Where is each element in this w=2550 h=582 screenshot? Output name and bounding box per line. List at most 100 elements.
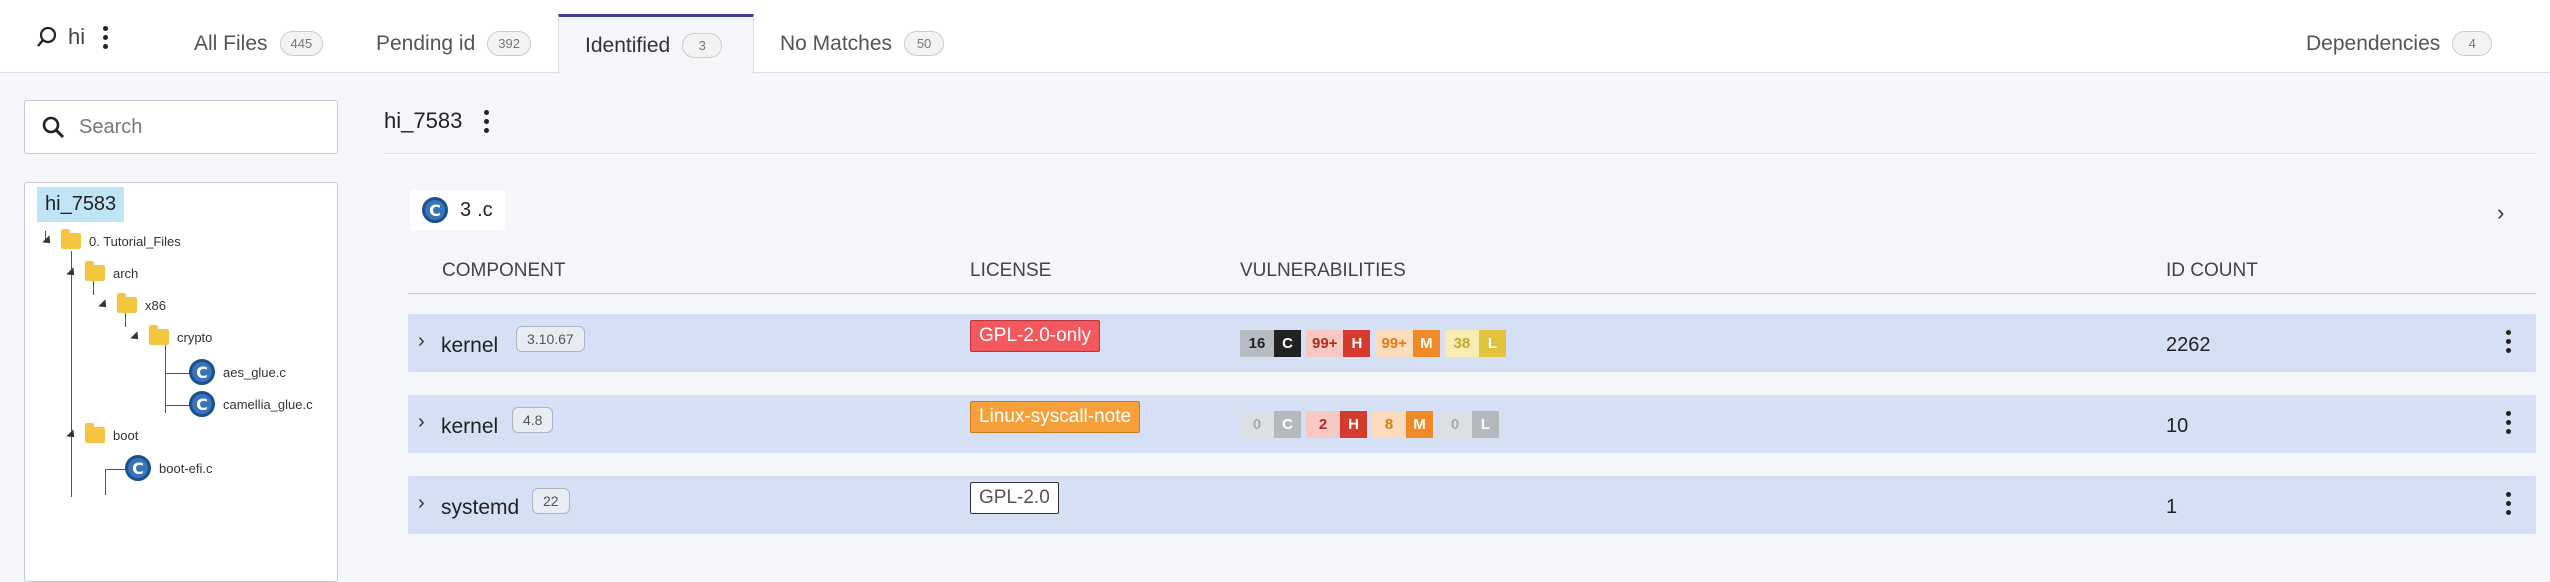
component-name: kernel — [441, 415, 499, 438]
tab-no-matches[interactable]: No Matches 50 — [754, 14, 970, 73]
row-menu-icon[interactable] — [2498, 330, 2518, 353]
search-input[interactable] — [79, 115, 319, 139]
component-name: kernel — [441, 334, 499, 357]
page-title-text: hi_7583 — [384, 108, 463, 133]
project-name: hi — [68, 24, 86, 49]
folder-icon — [61, 229, 81, 249]
tree-folder-crypto[interactable]: crypto — [130, 325, 212, 345]
high-letter: H — [1340, 411, 1367, 438]
tab-count: 3 — [682, 33, 723, 58]
tree-file-bootefi[interactable]: C boot-efi.c — [125, 455, 212, 481]
top-bar: hi All Files 445 Pending id 392 Identifi… — [0, 0, 2550, 74]
c-file-icon: C — [125, 455, 151, 481]
license-badge[interactable]: Linux-syscall-note — [970, 401, 1141, 433]
row-menu-icon[interactable] — [2498, 411, 2518, 434]
tab-count: 392 — [487, 31, 531, 56]
group-ext: .c — [477, 198, 493, 221]
c-file-icon: C — [189, 391, 215, 417]
license-badge[interactable]: GPL-2.0 — [970, 482, 1059, 514]
high-count: 2 — [1306, 411, 1340, 438]
folder-icon — [85, 261, 105, 281]
table-header: COMPONENT LICENSE VULNERABILITIES ID COU… — [408, 258, 2536, 294]
id-count: 10 — [2166, 415, 2189, 437]
row-menu-icon[interactable] — [2498, 492, 2518, 515]
c-file-icon: C — [422, 197, 448, 223]
more-options-icon[interactable] — [476, 109, 496, 133]
tree-folder-x86[interactable]: x86 — [98, 293, 166, 313]
medium-letter: M — [1412, 330, 1440, 357]
chevron-right-icon[interactable]: › — [418, 492, 425, 515]
low-count: 38 — [1444, 330, 1479, 357]
chevron-right-icon[interactable]: › — [2497, 200, 2504, 226]
vulnerability-badges: 0 C 2 H 8 M 0 L — [1240, 411, 1504, 438]
file-search — [24, 100, 338, 154]
version-badge: 4.8 — [512, 407, 554, 433]
c-file-icon: C — [189, 359, 215, 385]
chevron-down-icon[interactable] — [66, 267, 78, 279]
chevron-right-icon[interactable]: › — [418, 330, 425, 353]
component-name: systemd — [441, 496, 520, 519]
group-count: 3 — [460, 198, 472, 221]
high-count: 99+ — [1306, 330, 1344, 357]
medium-count: 99+ — [1375, 330, 1413, 357]
tree-root[interactable]: hi_7583 — [37, 187, 125, 222]
tab-identified[interactable]: Identified 3 — [558, 14, 754, 74]
tab-count: 50 — [904, 31, 945, 56]
medium-count: 8 — [1372, 411, 1406, 438]
tab-label: All Files — [194, 31, 268, 55]
version-badge: 22 — [532, 488, 570, 514]
chevron-down-icon[interactable] — [98, 299, 110, 311]
tab-label: Identified — [585, 33, 671, 57]
chevron-right-icon[interactable]: › — [418, 411, 425, 434]
tab-dependencies[interactable]: Dependencies 4 — [2280, 14, 2518, 73]
chevron-down-icon[interactable] — [130, 331, 142, 343]
tree-label: boot-efi.c — [159, 460, 213, 476]
tab-label: Dependencies — [2306, 31, 2441, 55]
tree-label: arch — [113, 265, 139, 281]
project-menu-icon[interactable] — [95, 25, 115, 49]
high-letter: H — [1343, 330, 1371, 357]
tab-count: 4 — [2452, 31, 2493, 56]
tree-file-aes[interactable]: C aes_glue.c — [189, 359, 286, 385]
low-letter: L — [1478, 330, 1506, 357]
critical-letter: C — [1274, 411, 1301, 438]
tab-pending-id[interactable]: Pending id 392 — [350, 14, 557, 73]
medium-letter: M — [1406, 411, 1433, 438]
license-badge[interactable]: GPL-2.0-only — [970, 320, 1100, 352]
tree-label: 0. Tutorial_Files — [89, 233, 181, 249]
version-badge: 3.10.67 — [516, 326, 585, 352]
table-row[interactable]: › systemd 22 GPL-2.0 1 — [408, 476, 2536, 534]
search-project-icon[interactable] — [36, 26, 58, 48]
chevron-down-icon[interactable] — [42, 235, 54, 247]
tab-label: No Matches — [780, 31, 893, 55]
folder-icon — [117, 293, 137, 313]
tree-label: boot — [113, 427, 139, 443]
tree-label: aes_glue.c — [223, 364, 286, 380]
tree-label: x86 — [145, 297, 166, 313]
chevron-down-icon[interactable] — [66, 429, 78, 441]
tree-label: camellia_glue.c — [223, 396, 313, 412]
col-license: LICENSE — [970, 260, 1052, 281]
tab-all-files[interactable]: All Files 445 — [168, 14, 349, 73]
tree-guide — [71, 251, 72, 497]
id-count: 1 — [2166, 496, 2178, 518]
col-component: COMPONENT — [442, 260, 566, 281]
low-count: 0 — [1438, 411, 1472, 438]
id-count: 2262 — [2166, 334, 2211, 356]
file-type-group[interactable]: C 3 .c — [410, 190, 505, 230]
vulnerability-badges: 16 C 99+ H 99+ M 38 L — [1240, 330, 1511, 357]
low-letter: L — [1472, 411, 1499, 438]
file-tree: hi_7583 0. Tutorial_Files arch x86 crypt… — [24, 182, 338, 582]
page-title: hi_7583 — [384, 108, 496, 134]
tree-folder-arch[interactable]: arch — [66, 261, 139, 281]
table-row[interactable]: › kernel 3.10.67 GPL-2.0-only 16 C 99+ H… — [408, 314, 2536, 372]
tree-folder-tutorial[interactable]: 0. Tutorial_Files — [42, 229, 181, 249]
folder-icon — [149, 325, 169, 345]
col-id-count: ID COUNT — [2166, 260, 2258, 281]
table-row[interactable]: › kernel 4.8 Linux-syscall-note 0 C 2 H … — [408, 395, 2536, 453]
tab-count: 445 — [279, 31, 324, 56]
critical-count: 0 — [1240, 411, 1274, 438]
tree-file-camellia[interactable]: C camellia_glue.c — [189, 391, 313, 417]
tree-folder-boot[interactable]: boot — [66, 423, 139, 443]
col-vulnerabilities: VULNERABILITIES — [1240, 260, 1406, 281]
